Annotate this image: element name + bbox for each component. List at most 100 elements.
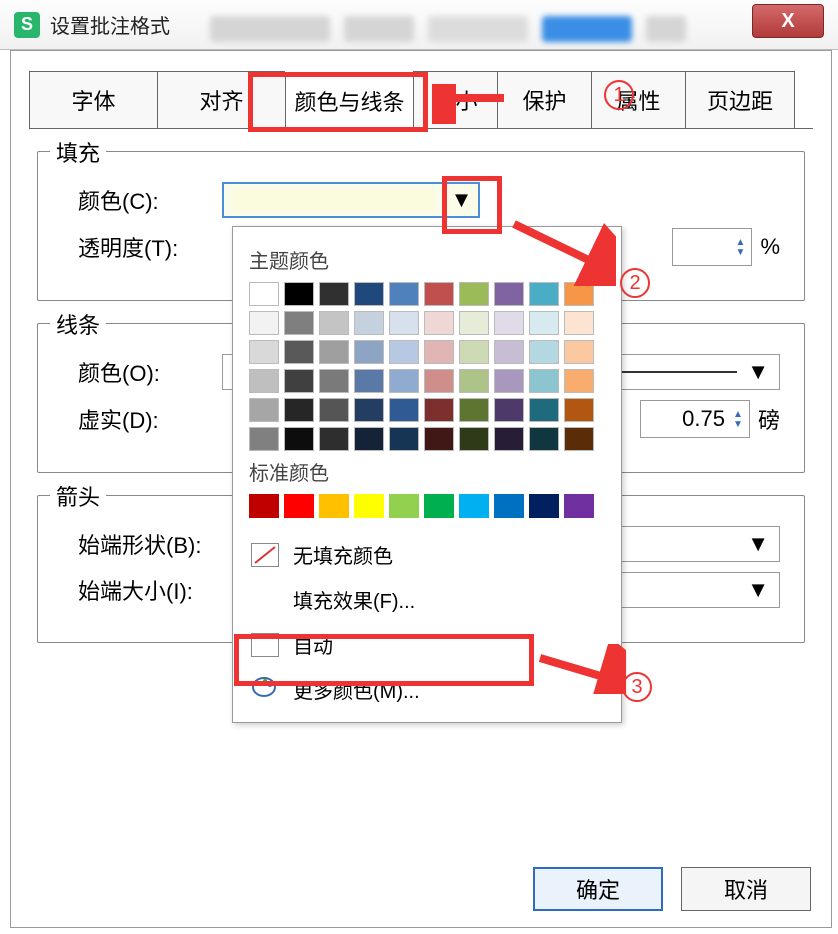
theme-swatch[interactable] — [354, 282, 384, 306]
label-begin-shape: 始端形状(B): — [62, 528, 252, 560]
theme-swatch[interactable] — [354, 427, 384, 451]
theme-swatch[interactable] — [424, 369, 454, 393]
theme-swatch[interactable] — [284, 369, 314, 393]
cancel-button[interactable]: 取消 — [681, 867, 811, 911]
standard-swatch[interactable] — [564, 494, 594, 518]
theme-swatch[interactable] — [319, 427, 349, 451]
theme-swatch[interactable] — [529, 398, 559, 422]
standard-swatch[interactable] — [284, 494, 314, 518]
theme-swatch[interactable] — [319, 398, 349, 422]
theme-swatch[interactable] — [494, 427, 524, 451]
theme-swatch[interactable] — [529, 282, 559, 306]
theme-swatch[interactable] — [424, 311, 454, 335]
theme-swatch[interactable] — [249, 427, 279, 451]
pct-label: % — [760, 234, 780, 260]
theme-swatch[interactable] — [389, 398, 419, 422]
theme-swatch[interactable] — [424, 282, 454, 306]
opt-no-fill[interactable]: 无填充颜色 — [249, 532, 605, 577]
theme-swatch[interactable] — [354, 340, 384, 364]
theme-swatch[interactable] — [319, 282, 349, 306]
theme-swatch[interactable] — [494, 311, 524, 335]
theme-swatch[interactable] — [389, 369, 419, 393]
label-dash: 虚实(D): — [62, 403, 222, 435]
theme-swatch[interactable] — [459, 398, 489, 422]
theme-swatch[interactable] — [564, 427, 594, 451]
no-fill-icon — [251, 543, 279, 567]
theme-color-grid[interactable] — [249, 282, 605, 451]
legend-fill: 填充 — [50, 136, 106, 168]
standard-swatch[interactable] — [494, 494, 524, 518]
theme-swatch[interactable] — [424, 427, 454, 451]
theme-swatch[interactable] — [354, 369, 384, 393]
standard-color-row[interactable] — [249, 494, 605, 518]
tab-size[interactable]: 大小 — [413, 71, 497, 128]
theme-swatch[interactable] — [424, 398, 454, 422]
theme-swatch[interactable] — [459, 369, 489, 393]
theme-swatch[interactable] — [494, 369, 524, 393]
theme-swatch[interactable] — [249, 282, 279, 306]
opt-more-colors[interactable]: 更多颜色(M)... — [249, 667, 605, 712]
tab-protect[interactable]: 保护 — [497, 71, 591, 128]
opt-fill-effects[interactable]: 填充效果(F)... — [249, 577, 605, 622]
window-title: 设置批注格式 — [50, 10, 170, 39]
theme-swatch[interactable] — [389, 311, 419, 335]
theme-swatch[interactable] — [389, 340, 419, 364]
ok-button[interactable]: 确定 — [533, 867, 663, 911]
theme-swatch[interactable] — [249, 340, 279, 364]
theme-swatch[interactable] — [284, 427, 314, 451]
theme-swatch[interactable] — [459, 311, 489, 335]
theme-swatch[interactable] — [494, 282, 524, 306]
theme-swatch[interactable] — [459, 282, 489, 306]
theme-swatch[interactable] — [529, 340, 559, 364]
theme-swatch[interactable] — [284, 311, 314, 335]
theme-swatch[interactable] — [284, 282, 314, 306]
tab-align[interactable]: 对齐 — [157, 71, 285, 128]
theme-swatch[interactable] — [319, 369, 349, 393]
theme-swatch[interactable] — [249, 369, 279, 393]
theme-swatch[interactable] — [529, 369, 559, 393]
theme-swatch[interactable] — [564, 369, 594, 393]
standard-swatch[interactable] — [249, 494, 279, 518]
theme-swatch[interactable] — [564, 282, 594, 306]
theme-swatch[interactable] — [529, 311, 559, 335]
close-button[interactable]: X — [752, 4, 824, 38]
auto-swatch — [251, 633, 279, 657]
theme-swatch[interactable] — [529, 427, 559, 451]
fill-effects-label: 填充效果(F)... — [293, 585, 415, 614]
fill-color-combo[interactable]: ▼ — [222, 182, 480, 218]
tab-font[interactable]: 字体 — [29, 71, 157, 128]
theme-swatch[interactable] — [564, 311, 594, 335]
theme-swatch[interactable] — [354, 311, 384, 335]
standard-swatch[interactable] — [354, 494, 384, 518]
tab-colors-lines[interactable]: 颜色与线条 — [285, 72, 413, 129]
theme-swatch[interactable] — [319, 311, 349, 335]
tab-margin[interactable]: 页边距 — [685, 71, 795, 128]
theme-swatch[interactable] — [564, 340, 594, 364]
theme-swatch[interactable] — [249, 311, 279, 335]
standard-swatch[interactable] — [459, 494, 489, 518]
theme-swatch[interactable] — [354, 398, 384, 422]
opt-auto[interactable]: 自动 — [249, 622, 605, 667]
theme-swatch[interactable] — [249, 398, 279, 422]
theme-swatch[interactable] — [424, 340, 454, 364]
theme-swatch[interactable] — [564, 398, 594, 422]
theme-swatch[interactable] — [494, 340, 524, 364]
tab-props[interactable]: 属性 — [591, 71, 685, 128]
theme-swatch[interactable] — [284, 340, 314, 364]
standard-swatch[interactable] — [389, 494, 419, 518]
theme-swatch[interactable] — [459, 340, 489, 364]
theme-swatch[interactable] — [459, 427, 489, 451]
theme-swatch[interactable] — [494, 398, 524, 422]
fill-color-dropdown[interactable]: ▼ — [444, 184, 478, 216]
standard-swatch[interactable] — [529, 494, 559, 518]
theme-swatch[interactable] — [284, 398, 314, 422]
standard-swatch[interactable] — [424, 494, 454, 518]
fill-color-swatch — [232, 188, 436, 212]
standard-swatch[interactable] — [319, 494, 349, 518]
weight-spinner[interactable]: 0.75 ▲▼ — [640, 400, 750, 438]
theme-swatch[interactable] — [389, 282, 419, 306]
theme-swatch[interactable] — [319, 340, 349, 364]
transparency-spinner[interactable]: ▲▼ — [672, 228, 752, 266]
button-row: 确定 取消 — [533, 867, 811, 911]
theme-swatch[interactable] — [389, 427, 419, 451]
